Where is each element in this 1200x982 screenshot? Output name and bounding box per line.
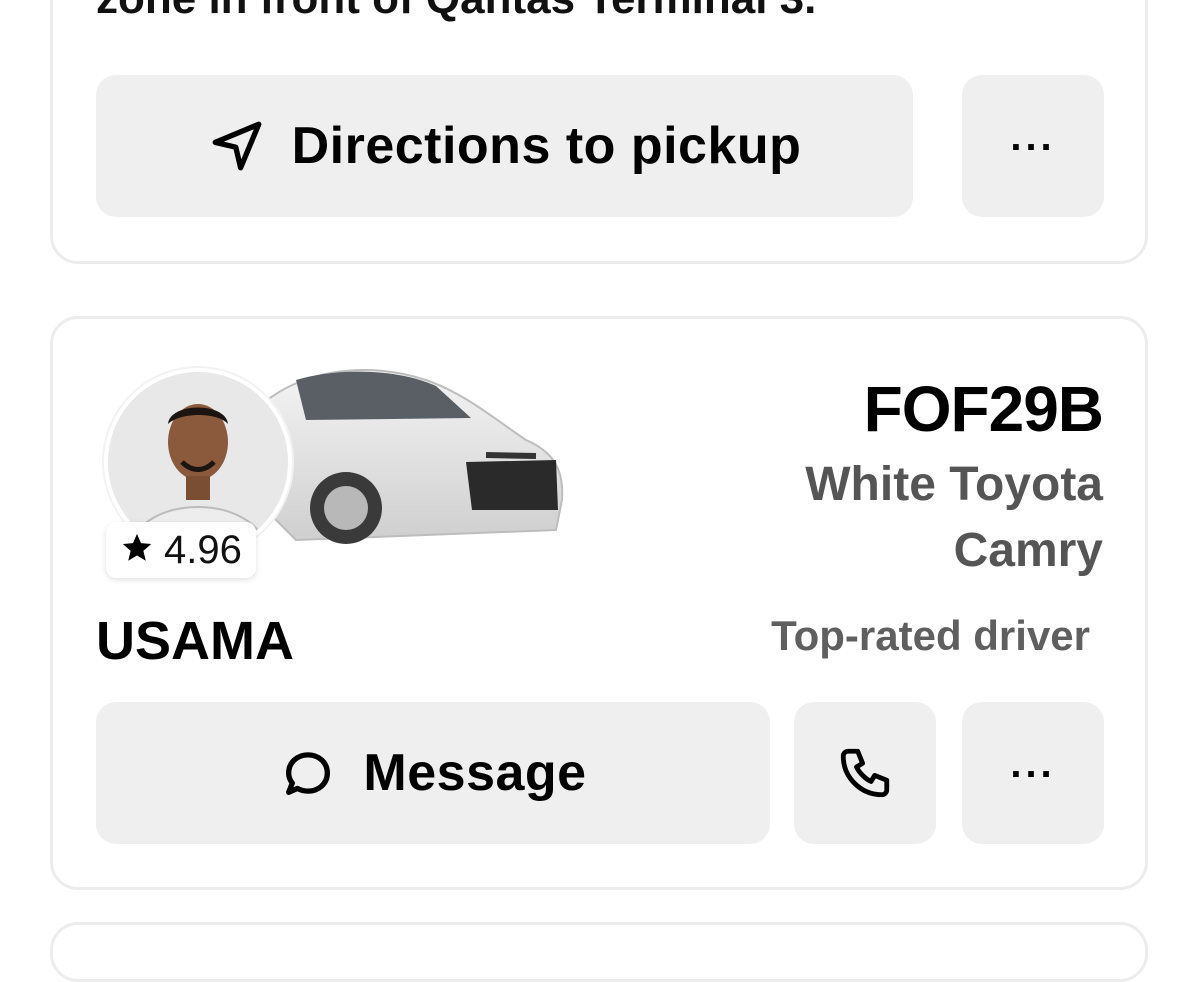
call-button[interactable] (794, 702, 936, 844)
directions-to-pickup-button[interactable]: Directions to pickup (96, 75, 913, 217)
vehicle-line-2: Camry (953, 524, 1103, 577)
top-rated-badge: Top-rated driver (771, 612, 1090, 659)
vehicle-line-1: White Toyota (805, 458, 1103, 511)
license-plate: FOF29B (863, 373, 1104, 445)
more-dots-icon: ... (1010, 742, 1056, 786)
message-button[interactable]: Message (96, 702, 770, 844)
pickup-more-button[interactable]: ... (962, 75, 1104, 217)
pickup-note: zone in front of Qantas Terminal 3. (96, 0, 816, 24)
next-card (50, 922, 1148, 982)
driver-rating-badge: 4.96 (106, 522, 256, 578)
message-label: Message (363, 744, 587, 802)
driver-more-button[interactable]: ... (962, 702, 1104, 844)
star-icon (120, 531, 154, 570)
more-dots-icon: ... (1010, 115, 1056, 159)
driver-name: USAMA (96, 611, 294, 671)
navigation-arrow-icon (208, 117, 266, 175)
directions-label: Directions to pickup (291, 117, 802, 175)
chat-bubble-icon (279, 744, 337, 802)
phone-icon (836, 744, 894, 802)
rating-value: 4.96 (164, 527, 242, 572)
vehicle-description: White Toyota Camry (723, 452, 1103, 584)
